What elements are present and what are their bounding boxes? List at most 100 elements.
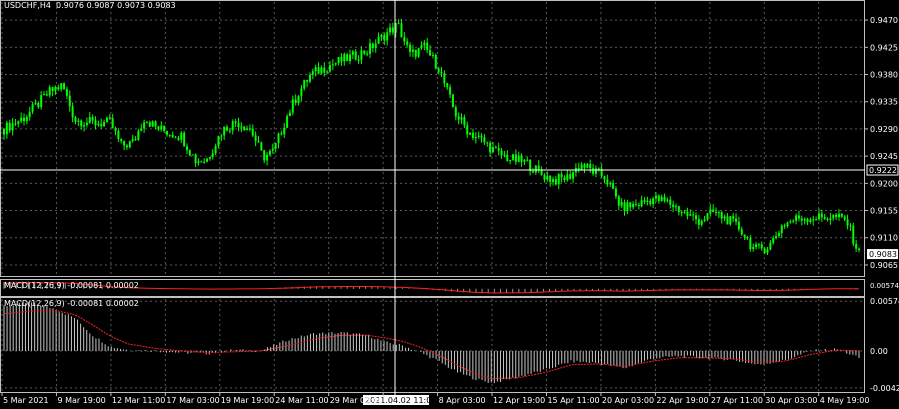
candle-body bbox=[500, 150, 503, 156]
candle-body bbox=[117, 130, 120, 139]
candle-body bbox=[557, 174, 560, 185]
candle-body bbox=[511, 154, 514, 160]
time-tick-label: 17 Mar 03:00 bbox=[166, 396, 219, 405]
candle-body bbox=[692, 214, 695, 216]
candle-body bbox=[686, 211, 689, 216]
candle-body bbox=[494, 147, 497, 149]
candle-body bbox=[349, 54, 352, 62]
candle-body bbox=[709, 209, 712, 214]
candle-body bbox=[160, 125, 163, 130]
chart-canvas[interactable]: 0.92222021.04.02 11:00 0.94700.94250.938… bbox=[0, 0, 899, 405]
candle-body bbox=[80, 120, 83, 127]
candle-body bbox=[260, 142, 263, 151]
candle-body bbox=[300, 88, 303, 97]
candle-body bbox=[609, 183, 612, 185]
candle-body bbox=[537, 165, 540, 170]
candle-body bbox=[8, 122, 11, 131]
candle-body bbox=[323, 67, 326, 73]
candle-body bbox=[326, 71, 329, 73]
candle-body bbox=[451, 94, 454, 108]
candle-body bbox=[254, 135, 257, 142]
candle-body bbox=[3, 128, 5, 135]
candle-body bbox=[623, 202, 626, 212]
candle-body bbox=[552, 179, 555, 182]
candle-body bbox=[208, 156, 211, 159]
mini-macd-tick-label: 0.00574 bbox=[870, 282, 899, 290]
price-tick-label: 0.9335 bbox=[870, 98, 898, 107]
candle-body bbox=[760, 244, 763, 249]
candle-body bbox=[108, 117, 111, 119]
candle-body bbox=[220, 135, 223, 137]
candle-body bbox=[414, 49, 417, 57]
mt4-chart-window[interactable]: 0.9222 2021.04.02 11:00 0.9470 0.9425 0.938… bbox=[0, 0, 899, 405]
candle-body bbox=[566, 174, 569, 181]
candle-body bbox=[223, 126, 226, 136]
candle-body bbox=[840, 213, 843, 217]
candle-body bbox=[317, 67, 320, 74]
candle-body bbox=[712, 209, 715, 213]
candle-body bbox=[214, 145, 217, 154]
candle-body bbox=[11, 123, 14, 131]
candle-body bbox=[34, 102, 37, 105]
candle-body bbox=[151, 121, 154, 127]
candle-body bbox=[577, 168, 580, 170]
candle-body bbox=[775, 235, 778, 239]
macd-tick-label: 0.00 bbox=[870, 347, 888, 356]
candle-body bbox=[191, 154, 194, 156]
candle-body bbox=[603, 176, 606, 180]
candle-body bbox=[486, 142, 489, 144]
candle-body bbox=[569, 174, 572, 179]
price-tick-label: 0.9110 bbox=[870, 234, 898, 243]
candle-body bbox=[268, 150, 271, 155]
candle-body bbox=[354, 51, 357, 60]
candle-body bbox=[380, 34, 383, 37]
candle-body bbox=[680, 212, 683, 214]
candle-body bbox=[812, 219, 815, 221]
candle-body bbox=[474, 136, 477, 139]
candle-body bbox=[340, 56, 343, 62]
candle-body bbox=[54, 87, 57, 91]
candle-body bbox=[85, 122, 88, 126]
candle-body bbox=[503, 154, 506, 156]
candle-body bbox=[231, 121, 234, 131]
price-tick-label: 0.9470 bbox=[870, 16, 898, 25]
candle-body bbox=[849, 225, 852, 227]
candle-body bbox=[589, 163, 592, 169]
candle-body bbox=[786, 222, 789, 227]
candle-body bbox=[125, 145, 128, 148]
candle-body bbox=[726, 216, 729, 225]
candle-body bbox=[286, 115, 289, 128]
candle-body bbox=[243, 126, 246, 131]
candle-body bbox=[157, 126, 160, 130]
candle-body bbox=[471, 132, 474, 139]
candle-body bbox=[852, 225, 855, 244]
candle-body bbox=[629, 202, 632, 208]
candle-body bbox=[308, 75, 311, 82]
candle-body bbox=[391, 27, 394, 33]
candle-body bbox=[580, 164, 583, 170]
candle-body bbox=[560, 174, 563, 178]
candle-body bbox=[491, 147, 494, 153]
candle-body bbox=[817, 213, 820, 220]
candle-body bbox=[855, 243, 858, 249]
candle-body bbox=[517, 155, 520, 162]
time-tick-label: 27 Apr 11:00 bbox=[711, 396, 763, 405]
candle-body bbox=[65, 88, 68, 96]
candle-body bbox=[549, 175, 552, 182]
candle-body bbox=[431, 54, 434, 56]
candle-body bbox=[509, 159, 512, 161]
candle-body bbox=[163, 125, 166, 132]
candle-body bbox=[409, 44, 412, 52]
candle-body bbox=[437, 68, 440, 72]
candle-body bbox=[374, 43, 377, 49]
candle-body bbox=[809, 219, 812, 222]
candle-body bbox=[666, 199, 669, 201]
candle-body bbox=[237, 122, 240, 128]
candle-body bbox=[257, 141, 260, 143]
candle-body bbox=[23, 117, 26, 122]
candle-body bbox=[654, 195, 657, 199]
candle-body bbox=[386, 32, 389, 41]
candle-body bbox=[165, 131, 168, 135]
candle-body bbox=[28, 111, 31, 118]
candle-body bbox=[652, 198, 655, 205]
